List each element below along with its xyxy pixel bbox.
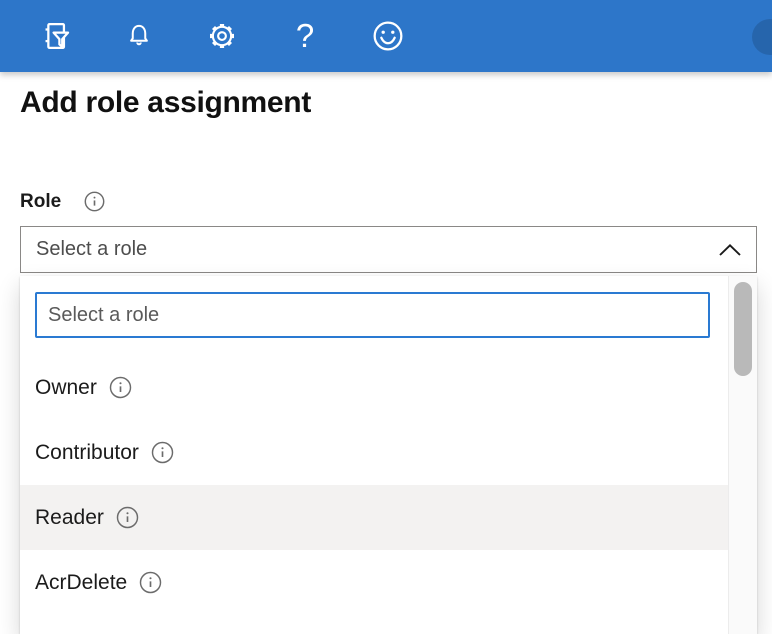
info-icon[interactable]	[115, 505, 140, 530]
role-select-dropdown[interactable]: Select a role	[20, 226, 757, 273]
info-icon[interactable]	[150, 440, 175, 465]
page-title: Add role assignment	[20, 86, 311, 120]
role-field-label-row: Role	[20, 190, 106, 213]
info-icon[interactable]	[138, 570, 163, 595]
question-mark-glyph: ?	[296, 19, 314, 53]
role-option-acrdelete[interactable]: AcrDelete	[20, 550, 728, 615]
dropdown-scrollbar[interactable]	[728, 276, 757, 634]
notifications-bell-icon[interactable]	[122, 19, 156, 53]
role-select-value: Select a role	[36, 238, 147, 261]
feedback-smiley-icon[interactable]	[371, 19, 405, 53]
avatar[interactable]	[752, 19, 772, 55]
option-label: Reader	[35, 506, 104, 530]
help-question-icon[interactable]: ?	[288, 19, 322, 53]
option-label: Owner	[35, 376, 97, 400]
top-navigation-bar: ?	[0, 0, 772, 72]
option-label: AcrDelete	[35, 571, 127, 595]
chevron-up-icon	[718, 243, 742, 257]
role-option-reader[interactable]: Reader	[20, 485, 728, 550]
role-info-icon[interactable]	[83, 190, 106, 213]
info-icon[interactable]	[108, 375, 133, 400]
role-label: Role	[20, 191, 61, 213]
role-dropdown-panel: Owner Contributor	[20, 276, 757, 634]
role-option-list: Owner Contributor	[20, 355, 728, 615]
scrollbar-thumb[interactable]	[734, 282, 752, 376]
azure-add-role-assignment-page: ? Add role assignment Role Select a role	[0, 0, 772, 634]
role-option-owner[interactable]: Owner	[20, 355, 728, 420]
option-label: Contributor	[35, 441, 139, 465]
settings-gear-icon[interactable]	[205, 19, 239, 53]
directory-filter-icon[interactable]	[39, 19, 73, 53]
role-search-input[interactable]	[35, 292, 710, 338]
role-option-contributor[interactable]: Contributor	[20, 420, 728, 485]
